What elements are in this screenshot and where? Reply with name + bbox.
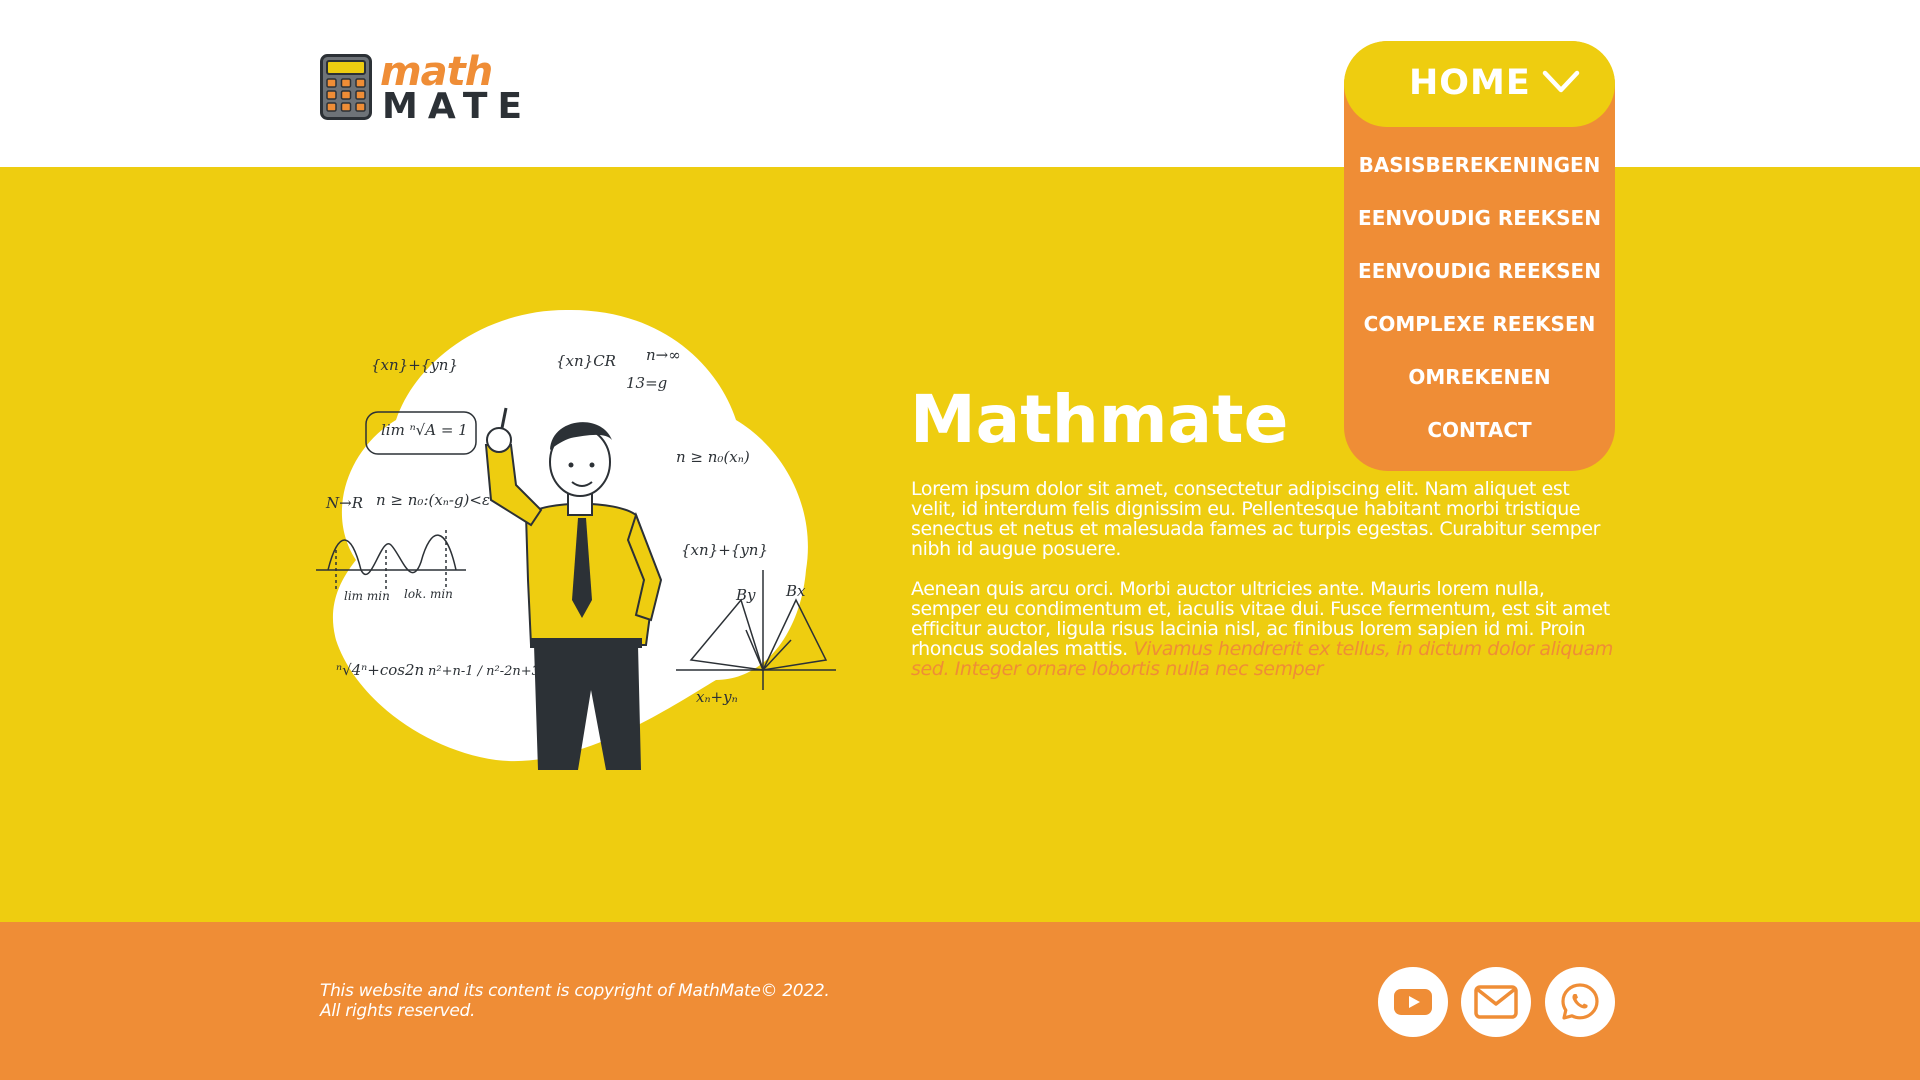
mail-icon — [1474, 985, 1518, 1019]
formula-text: lim ⁿ√A = 1 — [381, 421, 468, 439]
mail-button[interactable] — [1461, 967, 1531, 1037]
calculator-icon — [320, 54, 372, 120]
hero-title: Mathmate — [910, 381, 1289, 458]
nav-item-contact[interactable]: CONTACT — [1344, 417, 1615, 443]
youtube-button[interactable] — [1378, 967, 1448, 1037]
nav-item-eenvoudig-reeksen-2[interactable]: EENVOUDIG REEKSEN — [1344, 258, 1615, 284]
formula-text: n ≥ n₀:(xₙ-g)<ε — [376, 491, 490, 509]
copyright-text: This website and its content is copyrigh… — [320, 981, 830, 1021]
formula-text: ⁿ√4ⁿ+cos2n — [336, 661, 424, 679]
copyright-line: This website and its content is copyrigh… — [320, 981, 830, 1001]
formula-text: lok. min — [404, 587, 453, 601]
nav-item-complexe-reeksen[interactable]: COMPLEXE REEKSEN — [1344, 311, 1615, 337]
formula-text: {xn}+{yn} — [681, 541, 768, 559]
formula-text: Bx — [785, 582, 806, 600]
nav-dropdown: HOME BASISBEREKENINGEN EENVOUDIG REEKSEN… — [1344, 41, 1615, 471]
youtube-icon — [1394, 989, 1432, 1015]
nav-item-basisberekeningen[interactable]: BASISBEREKENINGEN — [1344, 152, 1615, 178]
site-header: math MATE — [0, 0, 1920, 167]
formula-text: n²+n-1 / n²-2n+3 — [428, 664, 540, 679]
whatsapp-button[interactable] — [1545, 967, 1615, 1037]
hero-body: Lorem ipsum dolor sit amet, consectetur … — [911, 479, 1613, 699]
formula-text: N→R — [325, 494, 363, 512]
logo[interactable]: math MATE — [318, 50, 522, 126]
formula-text: n ≥ n₀(xₙ) — [676, 448, 750, 466]
logo-text-mate: MATE — [382, 86, 533, 127]
whatsapp-icon — [1561, 983, 1599, 1020]
formula-text: 13=g — [626, 374, 667, 392]
hero-paragraph: Aenean quis arcu orci. Morbi auctor ultr… — [911, 579, 1613, 679]
teacher-illustration: {xn}+{yn} {xn}CR n→∞ lim ⁿ√A = 1 N→R n ≥… — [316, 309, 836, 770]
formula-text: By — [735, 586, 756, 604]
formula-text: lim min — [344, 589, 390, 603]
formula-text: n→∞ — [646, 346, 681, 364]
hero-paragraph: Lorem ipsum dolor sit amet, consectetur … — [911, 478, 1601, 560]
site-footer: This website and its content is copyrigh… — [0, 922, 1920, 1080]
formula-text: {xn}+{yn} — [371, 356, 458, 374]
nav-home-label: HOME — [1409, 63, 1531, 103]
nav-item-eenvoudig-reeksen[interactable]: EENVOUDIG REEKSEN — [1344, 205, 1615, 231]
formula-text: xₙ+yₙ — [696, 688, 738, 706]
nav-home-button[interactable]: HOME — [1344, 41, 1615, 127]
nav-item-omrekenen[interactable]: OMREKENEN — [1344, 364, 1615, 390]
chevron-down-icon — [1542, 70, 1580, 93]
copyright-line: All rights reserved. — [320, 1001, 476, 1021]
formula-text: {xn}CR — [556, 352, 616, 370]
